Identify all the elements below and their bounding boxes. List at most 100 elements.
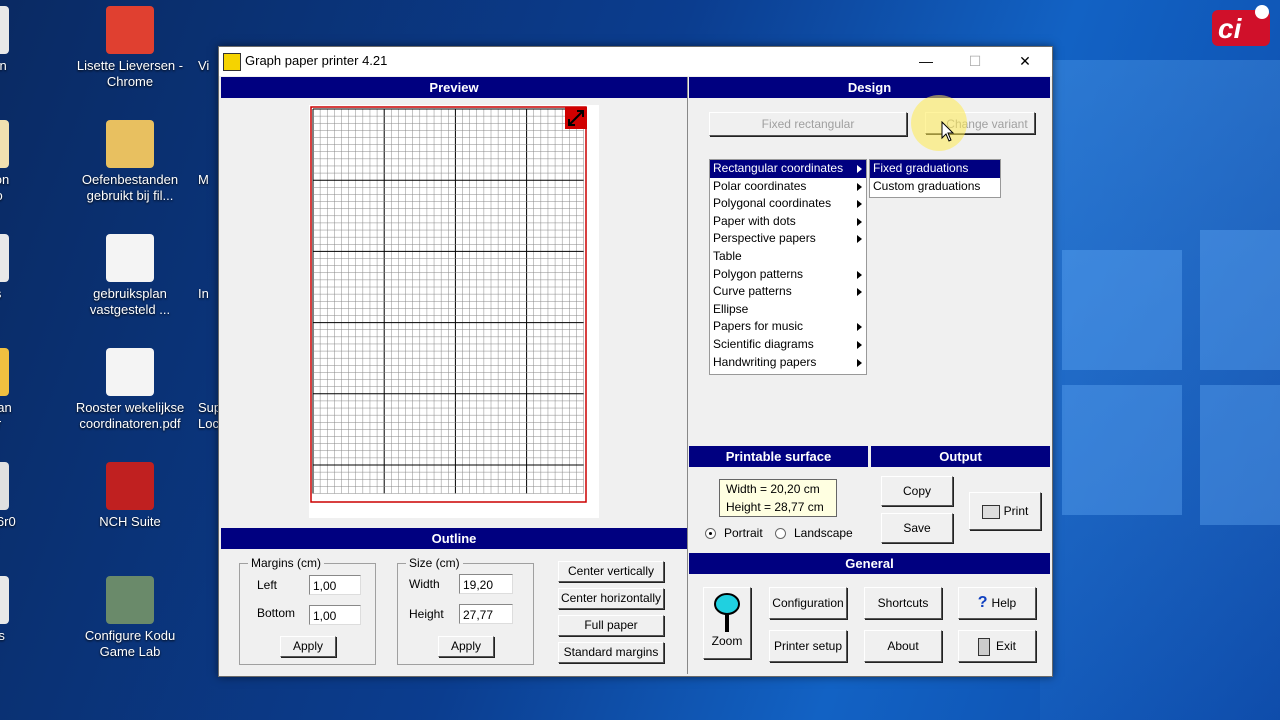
exit-button[interactable]: Exit bbox=[958, 630, 1036, 662]
printable-surface-header: Printable surface bbox=[689, 446, 868, 467]
submenu-item[interactable]: Fixed graduations bbox=[870, 160, 1000, 178]
center-horizontally-button[interactable]: Center horizontally bbox=[558, 588, 664, 609]
center-vertically-button[interactable]: Center vertically bbox=[558, 561, 664, 582]
menu-item-label: Polygon patterns bbox=[713, 266, 804, 281]
menu-item-label: Papers for music bbox=[713, 319, 804, 334]
menu-item[interactable]: Curve patterns bbox=[710, 283, 866, 301]
submenu-arrow-icon bbox=[857, 217, 862, 226]
design-category-menu: Rectangular coordinates Polar coordinates… bbox=[709, 159, 867, 375]
outline-header: Outline bbox=[221, 528, 687, 549]
fixed-rectangular-button[interactable]: Fixed rectangular bbox=[709, 112, 907, 136]
desktop-file-icon bbox=[106, 120, 154, 168]
desktop-file-icon bbox=[106, 576, 154, 624]
menu-item[interactable]: Polygon patterns bbox=[710, 266, 866, 284]
height-readout: Height = 28,77 cm bbox=[726, 500, 824, 514]
desktop-icon-label: NCH Suite bbox=[99, 514, 161, 529]
height-input[interactable]: 27,77 bbox=[459, 604, 513, 624]
desktop-icon[interactable]: menten bbox=[0, 6, 40, 74]
desktop-icon[interactable]: Oefenbestanden gebruikt bij fil... bbox=[75, 120, 185, 204]
apply-size-button[interactable]: Apply bbox=[438, 636, 494, 657]
desktop-icon[interactable]: fish Icon or Pro bbox=[0, 120, 40, 204]
print-button[interactable]: Print bbox=[969, 492, 1041, 530]
margins-caption: Margins (cm) bbox=[248, 556, 325, 570]
desktop-file-icon bbox=[0, 234, 9, 282]
menu-item[interactable]: Rectangular coordinates bbox=[710, 160, 866, 178]
desktop-icon[interactable]: licaties bbox=[0, 576, 40, 644]
landscape-label: Landscape bbox=[794, 526, 853, 540]
apply-margins-button[interactable]: Apply bbox=[280, 636, 336, 657]
title-bar[interactable]: Graph paper printer 4.21 — ☐ ✕ bbox=[219, 47, 1052, 76]
submenu-arrow-icon bbox=[857, 182, 862, 191]
submenu-arrow-icon bbox=[857, 340, 862, 349]
desktop-icon[interactable]: oid 0.9.6r0 bbox=[0, 462, 40, 530]
left-margin-input[interactable]: 1,00 bbox=[309, 575, 361, 595]
windows-logo-pane bbox=[1062, 385, 1182, 515]
menu-item[interactable]: Perspective papers bbox=[710, 230, 866, 248]
configuration-button[interactable]: Configuration bbox=[769, 587, 847, 619]
submenu-item[interactable]: Custom graduations bbox=[870, 178, 1000, 196]
printer-icon bbox=[981, 504, 1000, 519]
submenu-arrow-icon bbox=[857, 165, 862, 173]
save-button[interactable]: Save bbox=[881, 513, 953, 543]
about-button[interactable]: About bbox=[864, 630, 942, 662]
shortcuts-button[interactable]: Shortcuts bbox=[864, 587, 942, 619]
menu-item[interactable]: Table bbox=[710, 248, 866, 266]
desktop-file-icon bbox=[106, 234, 154, 282]
menu-item[interactable]: Polar coordinates bbox=[710, 178, 866, 196]
menu-item[interactable]: Scientific diagrams bbox=[710, 336, 866, 354]
printer-setup-button[interactable]: Printer setup bbox=[769, 630, 847, 662]
menu-item-label: Paper with dots bbox=[713, 213, 796, 228]
menu-item-label: Ellipse bbox=[713, 301, 749, 316]
desktop-icon[interactable]: Lisette Lieversen - Chrome bbox=[75, 6, 185, 90]
menu-item[interactable]: Paper with dots bbox=[710, 213, 866, 231]
menu-item[interactable]: Papers for music bbox=[710, 318, 866, 336]
portrait-radio[interactable] bbox=[705, 528, 716, 539]
desktop-file-icon bbox=[106, 6, 154, 54]
design-submenu: Fixed graduations Custom graduations bbox=[869, 159, 1001, 198]
desktop-icon[interactable]: Rooster wekelijkse coordinatoren.pdf bbox=[75, 348, 185, 432]
desktop-file-icon bbox=[0, 348, 9, 396]
portrait-label: Portrait bbox=[724, 526, 763, 540]
standard-margins-button[interactable]: Standard margins bbox=[558, 642, 664, 663]
print-label: Print bbox=[1003, 504, 1029, 518]
desktop-icon-label: w to's bbox=[0, 286, 40, 302]
desktop-icon[interactable]: NCH Suite bbox=[75, 462, 185, 530]
copy-button[interactable]: Copy bbox=[881, 476, 953, 506]
width-input[interactable]: 19,20 bbox=[459, 574, 513, 594]
landscape-radio[interactable] bbox=[775, 528, 786, 539]
desktop-file-icon bbox=[106, 348, 154, 396]
desktop-icon[interactable]: rhaal van vader bbox=[0, 348, 40, 432]
dimensions-readout: Width = 20,20 cm Height = 28,77 cm bbox=[719, 479, 837, 517]
zoom-corner-icon[interactable] bbox=[565, 107, 587, 129]
help-button[interactable]: ? Help bbox=[958, 587, 1036, 619]
close-button[interactable]: ✕ bbox=[1002, 47, 1048, 76]
desktop-icon[interactable]: w to's bbox=[0, 234, 40, 302]
full-paper-button[interactable]: Full paper bbox=[558, 615, 664, 636]
exit-door-icon bbox=[977, 637, 990, 656]
submenu-arrow-icon bbox=[857, 288, 862, 297]
menu-item-label: Curve patterns bbox=[713, 284, 792, 299]
bottom-label: Bottom bbox=[257, 606, 296, 620]
zoom-button[interactable]: Zoom bbox=[703, 587, 751, 659]
bottom-margin-input[interactable]: 1,00 bbox=[309, 605, 361, 625]
desktop-icon[interactable]: gebruiksplan vastgesteld ... bbox=[75, 234, 185, 318]
submenu-arrow-icon bbox=[857, 323, 862, 332]
desktop-icon[interactable]: Configure Kodu Game Lab bbox=[75, 576, 185, 660]
desktop-icon-label: Configure Kodu Game Lab bbox=[84, 628, 176, 659]
minimize-button[interactable]: — bbox=[903, 47, 949, 76]
menu-item[interactable]: Ellipse bbox=[710, 301, 866, 319]
menu-item[interactable]: Polygonal coordinates bbox=[710, 195, 866, 213]
preview-area bbox=[309, 105, 599, 518]
svg-text:ci: ci bbox=[1218, 13, 1243, 44]
desktop-icon-label: Rooster wekelijkse coordinatoren.pdf bbox=[75, 400, 185, 431]
desktop-icon-label: Lisette Lieversen - Chrome bbox=[76, 58, 184, 89]
panel-divider bbox=[687, 77, 688, 674]
preview-header: Preview bbox=[221, 77, 687, 98]
left-label: Left bbox=[257, 578, 278, 592]
desktop-icon-label: gebruiksplan vastgesteld ... bbox=[89, 286, 171, 317]
submenu-arrow-icon bbox=[857, 235, 862, 244]
help-label: Help bbox=[991, 596, 1017, 610]
maximize-button[interactable]: ☐ bbox=[952, 47, 998, 76]
desktop-icon-label: oid 0.9.6r0 bbox=[0, 514, 16, 529]
menu-item[interactable]: Handwriting papers bbox=[710, 354, 866, 372]
